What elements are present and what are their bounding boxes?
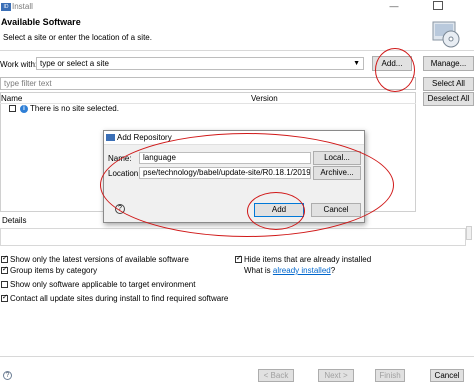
page-subtitle: Select a site or enter the location of a… [3,33,152,42]
wizard-header: Available Software Select a site or ente… [0,14,474,50]
deselect-all-button[interactable]: Deselect All [423,92,474,106]
work-with-combo[interactable]: type or select a site ▼ [36,57,364,70]
window-title: Install [12,2,33,11]
back-button[interactable]: < Back [258,369,294,382]
column-version-header[interactable]: Version [251,94,278,103]
latest-versions-label: Show only the latest versions of availab… [10,255,189,264]
help-icon[interactable]: ? [115,204,125,214]
minimize-icon[interactable]: — [388,1,400,11]
title-bar: ID Install — [0,0,474,14]
dialog-app-icon [106,134,115,141]
add-button[interactable]: Add [254,203,304,217]
details-area [0,228,466,246]
location-label: Location: [108,169,141,178]
cancel-button[interactable]: Cancel [430,369,464,382]
page-title: Available Software [1,17,81,27]
latest-versions-checkbox[interactable] [1,254,8,263]
details-label: Details [2,216,27,225]
next-button[interactable]: Next > [318,369,354,382]
footer-divider [0,356,474,357]
manage-button[interactable]: Manage... [423,56,474,71]
filter-input[interactable]: type filter text [0,77,416,90]
what-is-suffix: ? [330,266,336,275]
install-cd-icon [432,21,460,48]
target-env-label: Show only software applicable to target … [10,280,196,289]
what-is-text: What is already installed? [244,266,335,275]
add-repository-dialog: Add Repository Name: language Local... L… [103,130,365,223]
name-input[interactable]: language [139,152,311,164]
already-installed-link[interactable]: already installed [273,266,331,275]
hide-installed-checkbox[interactable] [235,254,242,263]
archive-button[interactable]: Archive... [313,166,361,180]
what-is-prefix: What is [244,266,271,275]
header-divider [0,50,474,51]
dialog-title: Add Repository [117,133,172,142]
dialog-cancel-button[interactable]: Cancel [311,203,361,217]
contact-sites-label: Contact all update sites during install … [10,294,229,303]
chevron-down-icon[interactable]: ▼ [353,58,360,69]
details-scrollbar[interactable] [466,226,472,240]
hide-installed-label: Hide items that are already installed [244,255,372,264]
table-row: There is no site selected. [30,104,119,113]
work-with-value: type or select a site [40,59,109,68]
group-items-checkbox[interactable] [1,265,8,274]
name-label: Name: [108,154,132,163]
help-icon[interactable]: ? [3,371,12,380]
target-env-checkbox[interactable] [1,281,8,288]
maximize-icon[interactable] [433,1,443,10]
contact-sites-checkbox[interactable] [1,293,8,302]
select-all-button[interactable]: Select All [423,77,474,91]
add-site-button[interactable]: Add... [372,56,412,71]
column-name-header[interactable]: Name [1,94,22,103]
eclipse-app-icon: ID [1,3,11,11]
row-checkbox[interactable] [9,105,16,112]
work-with-label: Work with: [0,60,38,69]
info-icon: i [20,105,28,113]
finish-button[interactable]: Finish [375,369,405,382]
local-button[interactable]: Local... [313,151,361,165]
location-input[interactable]: pse/technology/babel/update-site/R0.18.1… [139,167,311,179]
group-items-label: Group items by category [10,266,98,275]
